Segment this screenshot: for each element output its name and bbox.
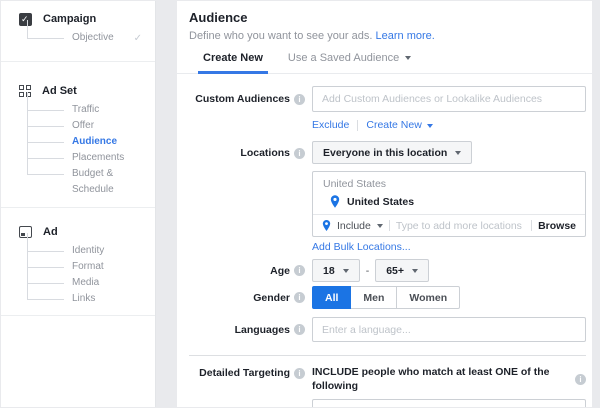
gender-label: Gender: [189, 291, 305, 305]
tab-create-new[interactable]: Create New: [198, 52, 268, 74]
locations-browse-button[interactable]: Browse: [538, 220, 576, 232]
sidebar-item-audience[interactable]: Audience: [1, 134, 155, 150]
panel-header: Audience Define who you want to see your…: [177, 1, 592, 43]
detailed-targeting-inputbox: Suggestions Browse: [312, 399, 586, 407]
sidebar-item-links[interactable]: Links: [1, 291, 155, 307]
location-group-header: United States: [313, 172, 585, 192]
languages-input[interactable]: [312, 317, 586, 342]
gender-option-women[interactable]: Women: [396, 286, 460, 309]
sidebar-item-identity[interactable]: Identity: [1, 243, 155, 259]
include-exclude-dropdown[interactable]: Include: [337, 220, 383, 232]
info-icon[interactable]: [575, 374, 586, 385]
bulk-locations-row: Add Bulk Locations...: [312, 241, 586, 254]
sidebar-section-adset: Ad Set Traffic Offer Audience Placements…: [1, 62, 155, 208]
age-row: Age 18 - 65+: [177, 259, 592, 282]
page-description: Define who you want to see your ads. Lea…: [189, 29, 580, 43]
caret-down-icon: [343, 269, 349, 273]
checkmark-icon: [134, 31, 142, 47]
sidebar-section-ad: Ad Identity Format Media Links: [1, 208, 155, 316]
sidebar-item-format[interactable]: Format: [1, 259, 155, 275]
divider: [531, 220, 532, 231]
custom-audiences-input[interactable]: [312, 86, 586, 112]
divider: [357, 120, 358, 131]
campaign-tree: Objective: [1, 30, 155, 46]
ad-tree: Identity Format Media Links: [1, 243, 155, 307]
age-label: Age: [189, 264, 305, 278]
info-icon[interactable]: [294, 292, 305, 303]
sidebar-item-traffic[interactable]: Traffic: [1, 102, 155, 118]
section-divider: [189, 355, 586, 356]
caret-down-icon: [427, 124, 433, 128]
page-title: Audience: [189, 10, 580, 26]
map-pin-icon: [330, 195, 340, 208]
locations-label: Locations: [189, 141, 305, 160]
campaign-structure-sidebar: Campaign Objective Ad Set Traffic Offer …: [1, 1, 156, 407]
map-pin-icon: [322, 220, 331, 231]
gender-option-men[interactable]: Men: [350, 286, 397, 309]
detailed-targeting-label: Detailed Targeting: [189, 365, 305, 380]
audience-tabs: Create New Use a Saved Audience: [177, 52, 592, 74]
sidebar-item-placements[interactable]: Placements: [1, 150, 155, 166]
add-bulk-locations-link[interactable]: Add Bulk Locations...: [312, 241, 411, 253]
gender-row: Gender All Men Women: [177, 286, 592, 309]
divider: [389, 220, 390, 231]
ads-manager-app: Campaign Objective Ad Set Traffic Offer …: [0, 0, 600, 408]
age-max-dropdown[interactable]: 65+: [375, 259, 429, 282]
languages-label: Languages: [189, 323, 305, 337]
sidebar-adset-header[interactable]: Ad Set: [1, 83, 155, 99]
caret-down-icon: [405, 56, 411, 60]
info-icon[interactable]: [294, 148, 305, 159]
sidebar-item-budget-schedule[interactable]: Budget & Schedule: [1, 166, 155, 198]
detailed-targeting-input[interactable]: [323, 407, 449, 408]
age-min-dropdown[interactable]: 18: [312, 259, 360, 282]
tab-use-saved-audience[interactable]: Use a Saved Audience: [283, 52, 416, 74]
locations-box: United States United States Include: [312, 171, 586, 237]
sidebar-item-objective[interactable]: Objective: [1, 30, 155, 46]
caret-down-icon: [412, 269, 418, 273]
adset-tree: Traffic Offer Audience Placements Budget…: [1, 102, 155, 198]
sidebar-ad-header[interactable]: Ad: [1, 224, 155, 240]
info-icon[interactable]: [294, 324, 305, 335]
selected-location[interactable]: United States: [313, 192, 585, 214]
sidebar-section-campaign: Campaign Objective: [1, 1, 155, 62]
languages-row: Languages: [177, 317, 592, 342]
learn-more-link[interactable]: Learn more.: [376, 30, 435, 42]
detailed-targeting-row: Detailed Targeting INCLUDE people who ma…: [177, 365, 592, 407]
gender-option-all[interactable]: All: [312, 286, 351, 309]
detailed-browse-button[interactable]: Browse: [537, 407, 575, 408]
suggestions-button[interactable]: Suggestions: [457, 407, 520, 408]
location-mode-dropdown[interactable]: Everyone in this location: [312, 141, 472, 164]
age-separator: -: [366, 265, 370, 277]
sidebar-item-offer[interactable]: Offer: [1, 118, 155, 134]
info-icon[interactable]: [294, 368, 305, 379]
info-icon[interactable]: [294, 265, 305, 276]
custom-audiences-label: Custom Audiences: [189, 92, 305, 106]
add-location-input[interactable]: [396, 220, 525, 232]
custom-audiences-row: Custom Audiences: [177, 86, 592, 112]
gender-segmented-control: All Men Women: [312, 286, 460, 309]
exclude-link[interactable]: Exclude: [312, 119, 349, 132]
caret-down-icon: [455, 151, 461, 155]
sidebar-item-media[interactable]: Media: [1, 275, 155, 291]
add-location-bar: Include Browse: [313, 214, 585, 236]
audience-panel: Audience Define who you want to see your…: [177, 1, 592, 407]
caret-down-icon: [377, 224, 383, 228]
custom-audiences-actions-row: Exclude Create New: [177, 112, 592, 132]
include-people-text: INCLUDE people who match at least ONE of…: [312, 365, 586, 393]
info-icon[interactable]: [294, 94, 305, 105]
sidebar-campaign-header[interactable]: Campaign: [1, 11, 155, 27]
locations-row: Locations Everyone in this location Unit…: [177, 141, 592, 254]
create-new-dropdown[interactable]: Create New: [366, 119, 432, 132]
